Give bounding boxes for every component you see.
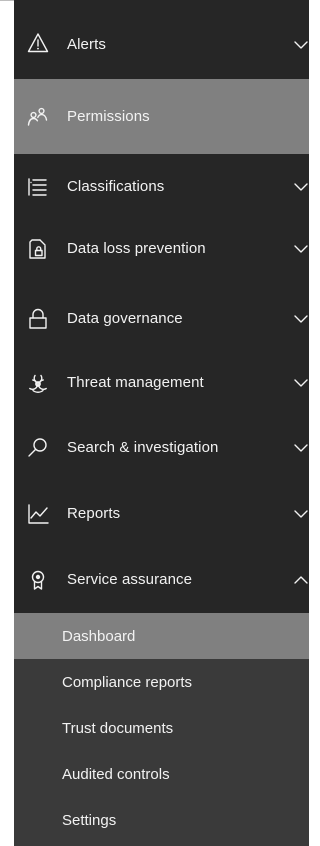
list-icon — [26, 175, 50, 199]
subnav-item-label: Compliance reports — [62, 673, 193, 691]
nav-item-data-loss-prevention[interactable]: Data loss prevention — [14, 211, 309, 286]
nav-item-label: Classifications — [67, 178, 165, 195]
top-divider — [0, 0, 14, 1]
line-chart-icon — [26, 502, 50, 526]
subnav-item-label: Settings — [62, 811, 117, 829]
biohazard-icon — [26, 371, 50, 395]
nav-item-label: Alerts — [67, 36, 106, 53]
nav-item-search-investigation[interactable]: Search & investigation — [14, 410, 309, 485]
nav-item-label: Data loss prevention — [67, 240, 206, 257]
warning-icon — [26, 31, 50, 55]
nav-item-label: Data governance — [67, 310, 183, 327]
subnav-item-audited-controls[interactable]: Audited controls — [14, 751, 309, 797]
nav-item-threat-management[interactable]: Threat management — [14, 345, 309, 420]
subnav-item-compliance-reports[interactable]: Compliance reports — [14, 659, 309, 705]
chevron-down-icon[interactable] — [293, 440, 309, 456]
chevron-down-icon[interactable] — [293, 311, 309, 327]
chevron-down-icon[interactable] — [293, 37, 309, 53]
subnav-item-label: Dashboard — [62, 627, 136, 645]
nav-item-service-assurance[interactable]: Service assurance — [14, 542, 309, 617]
document-lock-icon — [26, 237, 50, 261]
subnav-item-trust-documents[interactable]: Trust documents — [14, 705, 309, 751]
left-navigation: Alerts Permissions Classifications Data … — [14, 0, 309, 846]
nav-item-alerts[interactable]: Alerts — [14, 7, 309, 82]
ribbon-icon — [26, 568, 50, 592]
nav-item-label: Permissions — [67, 108, 150, 125]
chevron-down-icon[interactable] — [293, 241, 309, 257]
subnav-item-settings[interactable]: Settings — [14, 797, 309, 843]
nav-item-label: Threat management — [67, 374, 204, 391]
people-icon — [26, 105, 50, 129]
nav-item-label: Reports — [67, 505, 121, 522]
nav-item-label: Service assurance — [67, 571, 193, 588]
subnav-item-label: Trust documents — [62, 719, 174, 737]
chevron-down-icon[interactable] — [293, 179, 309, 195]
service-assurance-submenu: Dashboard Compliance reports Trust docum… — [14, 613, 309, 846]
subnav-item-dashboard[interactable]: Dashboard — [14, 613, 309, 659]
chevron-down-icon[interactable] — [293, 375, 309, 391]
subnav-item-label: Audited controls — [62, 765, 170, 783]
nav-item-label: Search & investigation — [67, 439, 219, 456]
lock-icon — [26, 307, 50, 331]
nav-item-permissions[interactable]: Permissions — [14, 79, 309, 154]
search-icon — [26, 436, 50, 460]
chevron-up-icon[interactable] — [293, 572, 309, 588]
nav-item-reports[interactable]: Reports — [14, 476, 309, 551]
chevron-down-icon[interactable] — [293, 506, 309, 522]
